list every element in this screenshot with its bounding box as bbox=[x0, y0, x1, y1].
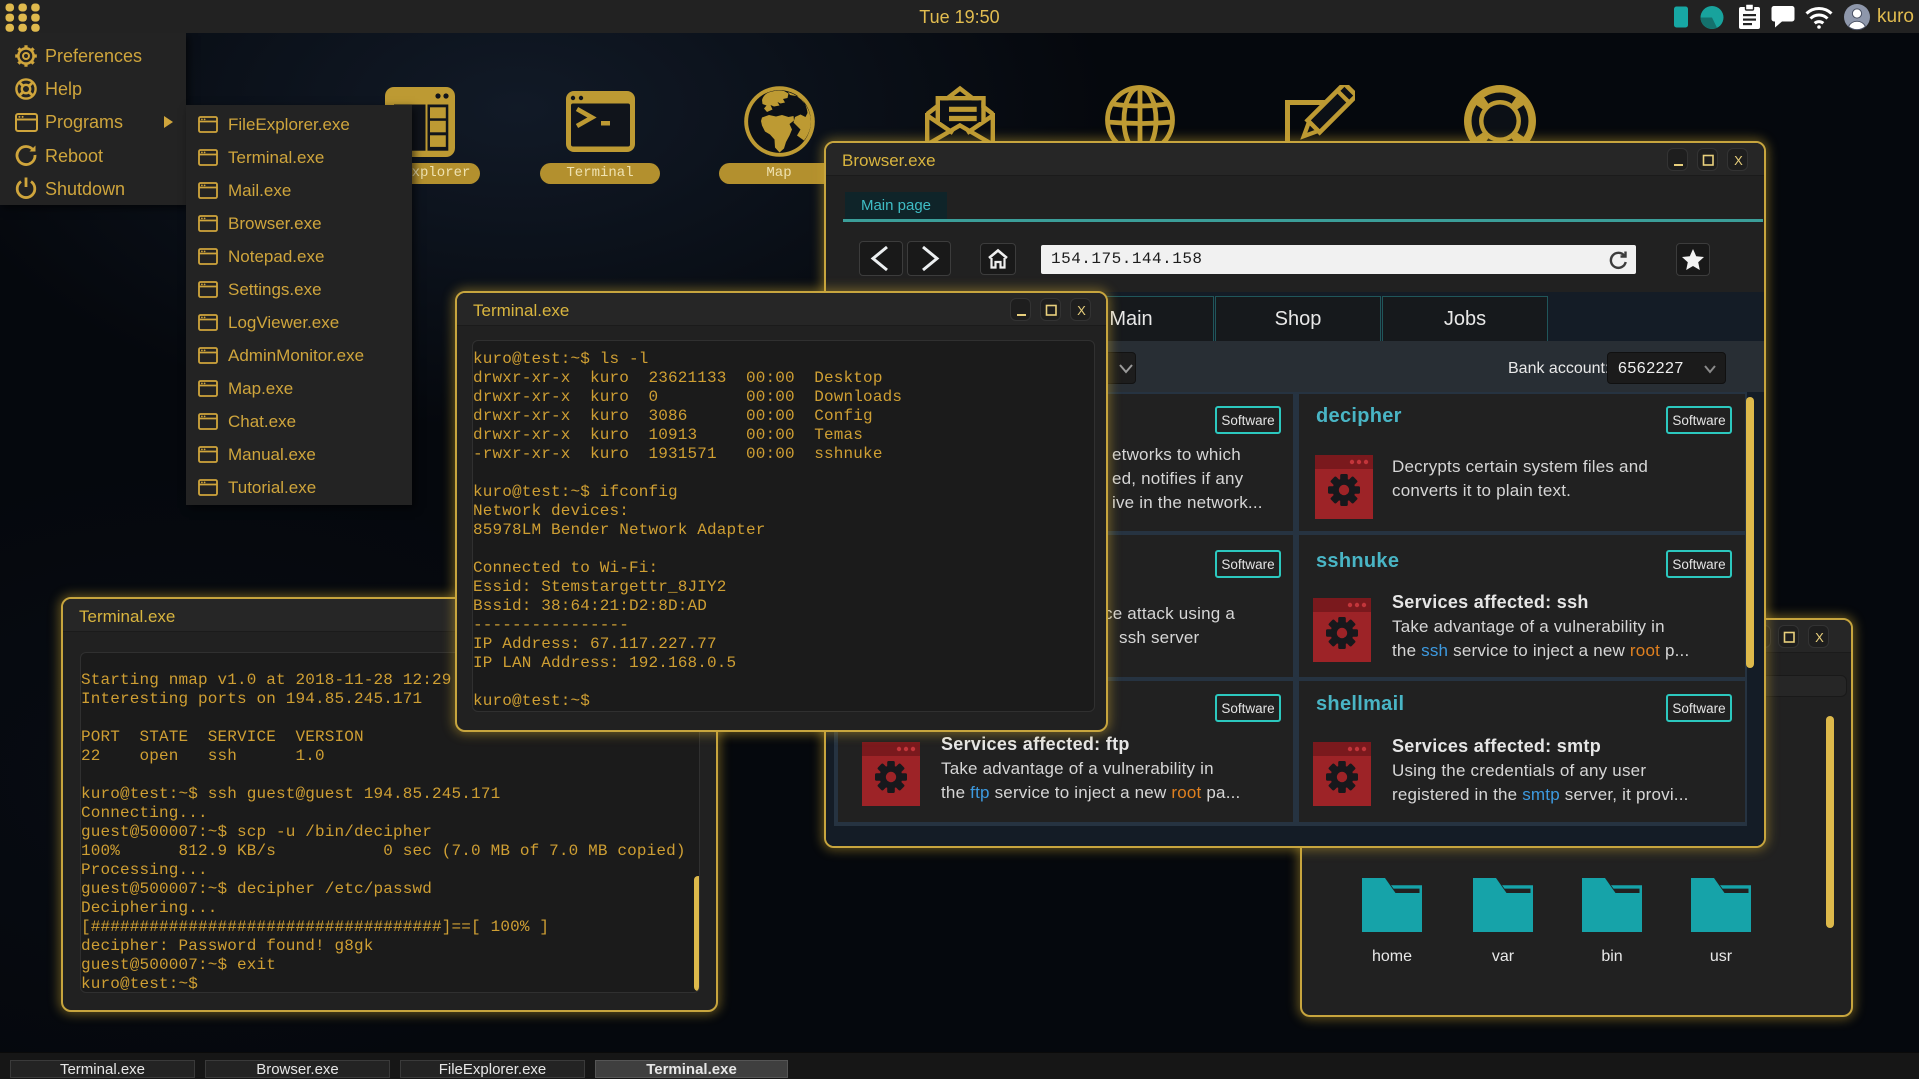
svg-text:X: X bbox=[1077, 303, 1086, 318]
svg-text:X: X bbox=[1734, 153, 1743, 168]
svg-text:X: X bbox=[1815, 630, 1824, 645]
